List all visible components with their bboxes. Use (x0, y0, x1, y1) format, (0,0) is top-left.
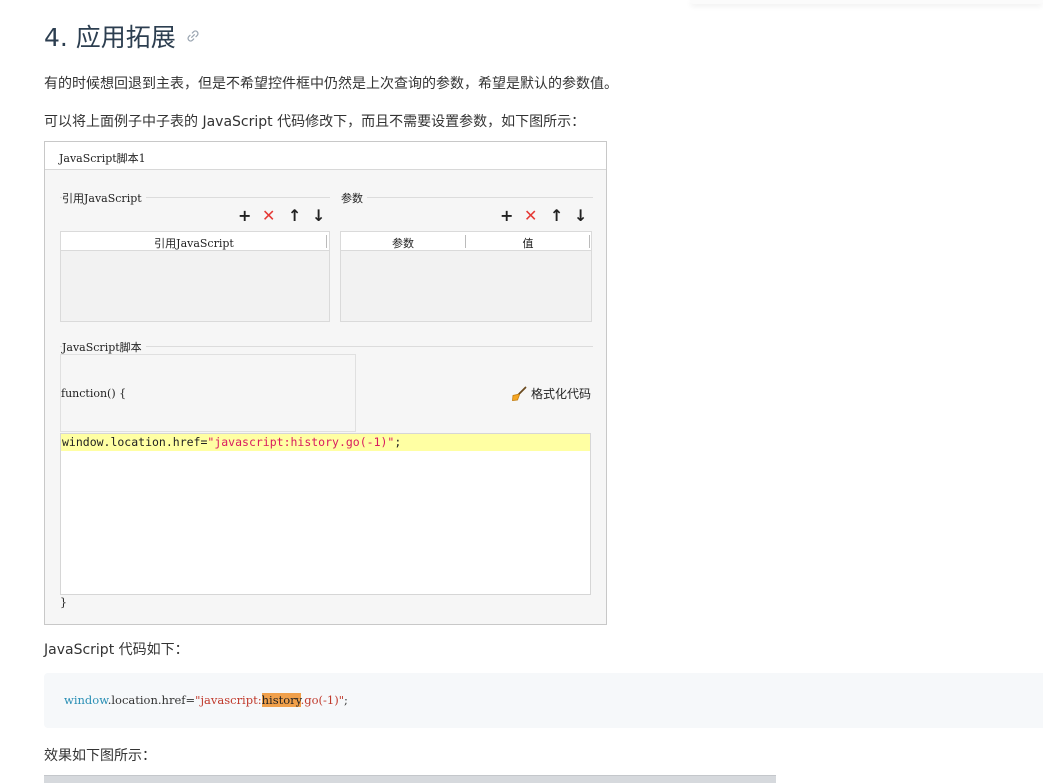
screenshot-figure: JavaScript脚本1 引用JavaScript + ✕ ↑ ↓ 引用Jav… (44, 141, 607, 625)
code-suffix: ; (394, 435, 402, 449)
paragraph-3: JavaScript 代码如下： (44, 642, 189, 658)
code-block: window.location.href="javascript:history… (44, 673, 1043, 728)
code-member: .location.href= (107, 693, 196, 707)
paragraph-2: 可以将上面例子中子表的 JavaScript 代码修改下，而且不需要设置参数，如… (44, 114, 586, 130)
column-separator (326, 235, 327, 248)
ref-table: 引用JavaScript (60, 231, 330, 322)
param-down-icon[interactable]: ↓ (574, 208, 587, 224)
ref-column-header: 引用JavaScript (154, 237, 234, 250)
script-section-label: JavaScript脚本 (62, 339, 146, 355)
param-up-icon[interactable]: ↑ (550, 208, 563, 224)
code-block-line: window.location.href="javascript:history… (64, 693, 348, 707)
section-heading: 4. 应用拓展 (44, 18, 200, 54)
format-code-button[interactable]: 格式化代码 (511, 385, 591, 402)
function-header: function() { (61, 387, 127, 400)
code-string-start: "javascript: (195, 693, 262, 707)
ref-add-icon[interactable]: + (238, 208, 251, 224)
column-separator (589, 235, 590, 248)
ref-delete-icon[interactable]: ✕ (262, 208, 275, 224)
code-keyword: window (64, 693, 108, 707)
code-string: "javascript:history.go(-1)" (207, 435, 395, 449)
paragraph-1: 有的时候想回退到主表，但是不希望控件框中仍然是上次查询的参数，希望是默认的参数值… (44, 76, 618, 92)
brush-icon (512, 386, 527, 401)
top-shadow (690, 0, 1043, 4)
code-prefix: window.location.href= (62, 435, 208, 449)
format-code-label: 格式化代码 (531, 387, 592, 401)
figure-title: JavaScript脚本1 (45, 142, 606, 170)
ref-section-label: 引用JavaScript (62, 190, 146, 206)
param-divider (341, 197, 593, 198)
param-section-label: 参数 (341, 190, 367, 206)
paragraph-4: 效果如下图所示： (44, 748, 156, 764)
heading-text: 4. 应用拓展 (44, 23, 176, 52)
code-end: ; (344, 693, 348, 707)
function-closing-brace: } (60, 596, 67, 609)
link-icon[interactable] (186, 29, 200, 43)
ref-up-icon[interactable]: ↑ (288, 208, 301, 224)
ref-table-header: 引用JavaScript (61, 232, 329, 251)
param-table-header: 参数 值 (341, 232, 591, 251)
param-add-icon[interactable]: + (500, 208, 513, 224)
param-column-header: 参数 (392, 237, 414, 250)
ref-down-icon[interactable]: ↓ (312, 208, 325, 224)
code-string-end: .go(-1)" (300, 693, 345, 707)
param-table: 参数 值 (340, 231, 592, 322)
next-figure-edge (44, 775, 776, 783)
param-delete-icon[interactable]: ✕ (524, 208, 537, 224)
search-highlight: history (261, 693, 301, 707)
code-line-1: window.location.href="javascript:history… (61, 434, 590, 451)
code-editor[interactable]: window.location.href="javascript:history… (60, 433, 591, 595)
value-column-header: 值 (522, 237, 534, 250)
